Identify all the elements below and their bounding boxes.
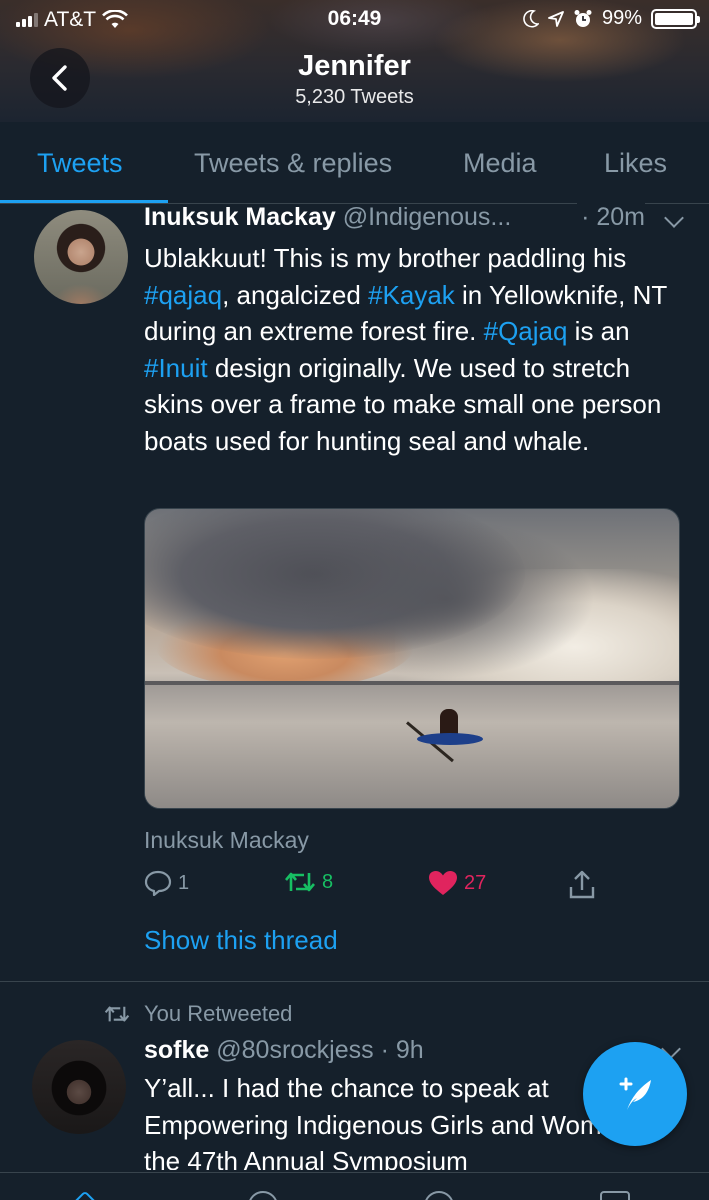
active-tab-indicator xyxy=(0,200,168,203)
retweet-button[interactable]: 8 xyxy=(284,870,333,894)
retweet-note: You Retweeted xyxy=(104,1001,292,1027)
media-water xyxy=(145,685,679,808)
author-name[interactable]: Inuksuk Mackay xyxy=(144,203,336,231)
alarm-icon xyxy=(574,9,592,27)
status-bar: AT&T 06:49 99% xyxy=(0,0,709,40)
reply-button[interactable]: 1 xyxy=(144,870,189,896)
reply-count: 1 xyxy=(178,871,190,894)
tweet-header: Inuksuk Mackay @Indigenous... · 20m xyxy=(144,203,689,239)
tweet-divider xyxy=(0,981,709,982)
tweet-header: sofke @80srockjess · 9h xyxy=(144,1036,664,1065)
tab-likes[interactable]: Likes xyxy=(604,148,667,179)
bottom-nav xyxy=(0,1172,709,1200)
profile-header: AT&T 06:49 99% Jennifer 5,230 Tweets xyxy=(0,0,709,122)
chevron-down-icon[interactable] xyxy=(664,208,684,228)
share-button[interactable] xyxy=(568,870,596,900)
location-icon xyxy=(548,10,564,27)
media-caption: Inuksuk Mackay xyxy=(144,827,309,853)
hashtag-link[interactable]: #Kayak xyxy=(368,280,455,310)
moon-icon xyxy=(523,9,539,28)
status-right: 99% xyxy=(523,7,700,30)
tab-tweets[interactable]: Tweets xyxy=(37,148,123,179)
hashtag-link[interactable]: #Qajaq xyxy=(484,316,568,346)
media-smoke xyxy=(295,519,595,679)
battery-icon xyxy=(651,8,700,29)
author-handle[interactable]: @Indigenous... xyxy=(343,203,512,231)
messages-icon[interactable] xyxy=(600,1191,630,1200)
retweet-count: 8 xyxy=(322,870,334,893)
compose-tweet-button[interactable] xyxy=(583,1042,687,1146)
hashtag-link[interactable]: #qajaq xyxy=(144,280,222,310)
author-name[interactable]: sofke xyxy=(144,1036,209,1064)
profile-tabs: Tweets Tweets & replies Media Likes xyxy=(0,122,709,204)
show-thread-link[interactable]: Show this thread xyxy=(144,925,338,956)
compose-feather-icon xyxy=(619,1077,651,1110)
profile-name: Jennifer xyxy=(298,50,411,82)
reply-icon xyxy=(144,870,172,896)
avatar[interactable] xyxy=(32,1040,126,1134)
tweet-text: Ublakkuut! This is my brother paddling h… xyxy=(144,240,689,460)
author-handle[interactable]: @80srockjess xyxy=(216,1036,373,1064)
tab-media[interactable]: Media xyxy=(463,148,537,179)
heart-icon xyxy=(429,871,457,895)
retweet-note-label: You Retweeted xyxy=(144,1001,293,1026)
tweet-text-segment: is an xyxy=(567,316,630,347)
tweet-count: 5,230 Tweets xyxy=(295,86,414,108)
retweet-icon xyxy=(285,872,315,892)
tweet-text-segment: , angalcized xyxy=(222,279,369,310)
share-icon xyxy=(569,870,595,899)
media-kayak xyxy=(417,733,483,745)
tweet-actions: 1 8 27 xyxy=(144,870,624,910)
home-icon[interactable] xyxy=(69,1190,101,1200)
battery-fill xyxy=(655,12,693,25)
tweet-text-segment: design originally. We used to stretch sk… xyxy=(144,352,662,456)
tweet-time: · 20m xyxy=(577,203,645,232)
tab-tweets-and-replies[interactable]: Tweets & replies xyxy=(194,148,392,179)
media-paddler xyxy=(440,709,458,735)
retweet-icon xyxy=(104,1006,130,1022)
tweet-time: · 9h xyxy=(380,1036,424,1064)
hashtag-link[interactable]: #Inuit xyxy=(144,353,208,383)
notifications-icon[interactable] xyxy=(424,1191,454,1200)
search-icon[interactable] xyxy=(248,1191,278,1200)
like-count: 27 xyxy=(464,871,487,894)
like-button[interactable]: 27 xyxy=(428,870,486,896)
tweet-text-segment: Ublakkuut! This is my brother paddling h… xyxy=(144,243,627,273)
battery-label: 99% xyxy=(601,7,642,29)
tweet-media-image[interactable] xyxy=(144,508,680,809)
avatar[interactable] xyxy=(34,210,128,304)
